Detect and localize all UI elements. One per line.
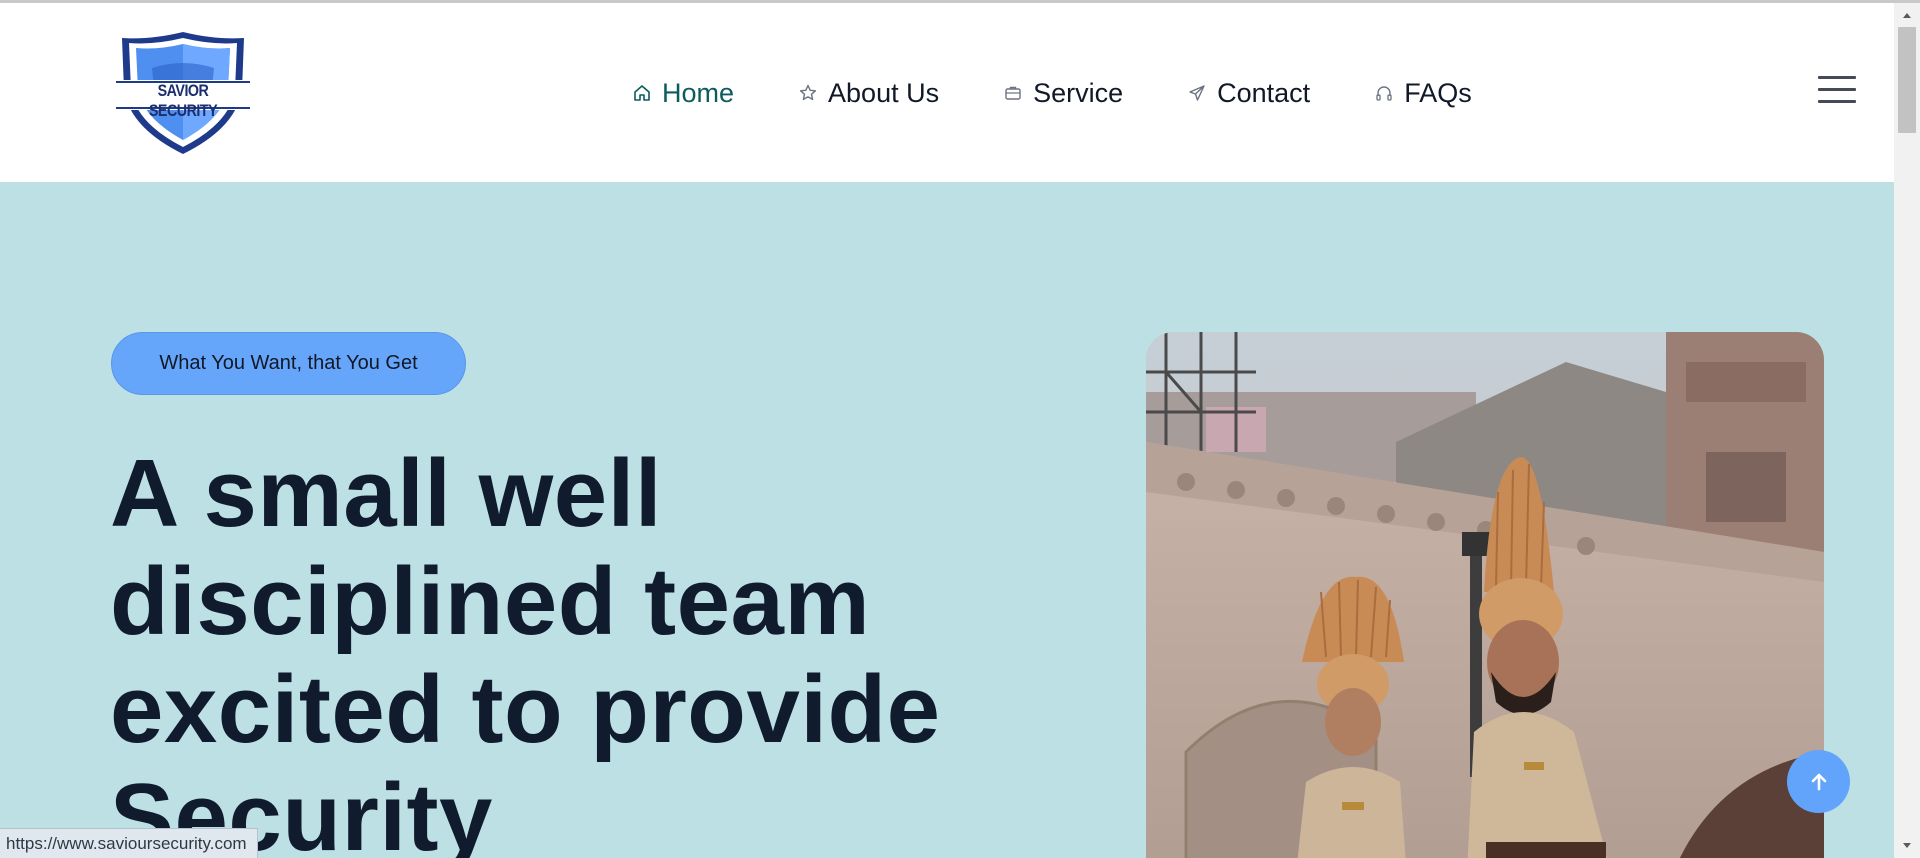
scrollbar-thumb[interactable]	[1898, 27, 1916, 133]
paper-plane-icon	[1187, 83, 1207, 103]
hamburger-menu-icon[interactable]	[1818, 76, 1856, 104]
logo-text: SAVIOR SECURITY	[148, 81, 218, 120]
nav-item-faqs[interactable]: FAQs	[1374, 78, 1472, 109]
nav-label-about-us: About Us	[828, 77, 940, 108]
nav-label-faqs: FAQs	[1404, 77, 1472, 108]
link-status-bar: https://www.savioursecurity.com	[0, 828, 258, 858]
nav-label-home: Home	[662, 77, 735, 108]
nav-item-home[interactable]: Home	[632, 78, 734, 109]
nav-item-contact[interactable]: Contact	[1187, 78, 1310, 109]
briefcase-icon	[1003, 83, 1023, 103]
scroll-up-arrow-icon[interactable]	[1903, 13, 1911, 18]
home-icon	[632, 83, 652, 103]
nav-label-contact: Contact	[1217, 77, 1311, 108]
main-nav: Home About Us Service Contact FAQs	[632, 73, 1472, 113]
nav-item-service[interactable]: Service	[1003, 78, 1123, 109]
star-icon	[798, 83, 818, 103]
savior-security-logo[interactable]: SAVIOR SECURITY	[112, 28, 254, 158]
nav-item-about-us[interactable]: About Us	[798, 78, 939, 109]
hero-badge: What You Want, that You Get	[111, 332, 466, 395]
arrow-up-icon	[1811, 773, 1826, 790]
site-header: SAVIOR SECURITY Home About Us Service Co…	[0, 3, 1894, 182]
vertical-scrollbar[interactable]	[1894, 3, 1920, 858]
guards-with-turbans-photo	[1146, 332, 1824, 858]
hero-headline: A small well disciplined team excited to…	[110, 440, 941, 858]
headphones-icon	[1374, 83, 1394, 103]
nav-label-service: Service	[1033, 77, 1124, 108]
hero-section: What You Want, that You Get A small well…	[0, 182, 1894, 858]
scroll-down-arrow-icon[interactable]	[1903, 843, 1911, 848]
scroll-to-top-button[interactable]	[1787, 750, 1850, 813]
